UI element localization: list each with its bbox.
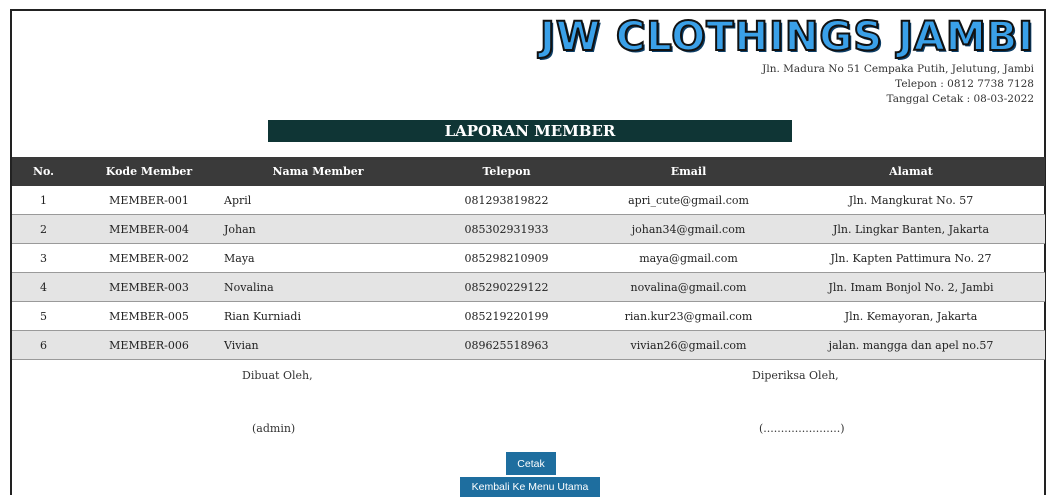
cell-telepon: 081293819822 <box>413 186 600 215</box>
cell-no: 1 <box>12 186 75 215</box>
cell-no: 3 <box>12 243 75 273</box>
print-button[interactable]: Cetak <box>506 452 556 475</box>
table-row: 1 MEMBER-001 April 081293819822 apri_cut… <box>12 186 1045 215</box>
cell-kode: MEMBER-003 <box>75 272 223 302</box>
made-by-label: Dibuat Oleh, <box>242 369 313 382</box>
cell-kode: MEMBER-005 <box>75 301 223 331</box>
cell-no: 4 <box>12 272 75 302</box>
cell-no: 6 <box>12 330 75 360</box>
cell-nama: Novalina <box>223 272 413 302</box>
cell-kode: MEMBER-004 <box>75 214 223 244</box>
col-header-telepon: Telepon <box>413 157 600 186</box>
company-phone: Telepon : 0812 7738 7128 <box>895 78 1034 90</box>
table-header-row: No. Kode Member Nama Member Telepon Emai… <box>12 157 1045 186</box>
cell-alamat: jalan. mangga dan apel no.57 <box>777 330 1045 360</box>
table-row: 6 MEMBER-006 Vivian 089625518963 vivian2… <box>12 330 1045 360</box>
table-row: 4 MEMBER-003 Novalina 085290229122 noval… <box>12 272 1045 302</box>
table-row: 5 MEMBER-005 Rian Kurniadi 085219220199 … <box>12 301 1045 331</box>
cell-telepon: 089625518963 <box>413 330 600 360</box>
cell-nama: April <box>223 186 413 215</box>
cell-kode: MEMBER-002 <box>75 243 223 273</box>
col-header-nama: Nama Member <box>223 157 413 186</box>
cell-email: rian.kur23@gmail.com <box>600 301 777 331</box>
cell-email: vivian26@gmail.com <box>600 330 777 360</box>
cell-kode: MEMBER-006 <box>75 330 223 360</box>
cell-telepon: 085290229122 <box>413 272 600 302</box>
back-to-menu-button[interactable]: Kembali Ke Menu Utama <box>460 477 600 497</box>
company-address: Jln. Madura No 51 Cempaka Putih, Jelutun… <box>762 63 1034 75</box>
cell-no: 5 <box>12 301 75 331</box>
col-header-email: Email <box>600 157 777 186</box>
cell-alamat: Jln. Kapten Pattimura No. 27 <box>777 243 1045 273</box>
cell-email: maya@gmail.com <box>600 243 777 273</box>
cell-nama: Johan <box>223 214 413 244</box>
col-header-no: No. <box>12 157 75 186</box>
cell-alamat: Jln. Mangkurat No. 57 <box>777 186 1045 215</box>
col-header-kode: Kode Member <box>75 157 223 186</box>
report-page: JW CLOTHINGS JAMBI Jln. Madura No 51 Cem… <box>10 9 1046 497</box>
cell-kode: MEMBER-001 <box>75 186 223 215</box>
company-logo: JW CLOTHINGS JAMBI <box>539 13 1034 61</box>
cell-alamat: Jln. Kemayoran, Jakarta <box>777 301 1045 331</box>
report-title: LAPORAN MEMBER <box>268 120 792 142</box>
table-row: 2 MEMBER-004 Johan 085302931933 johan34@… <box>12 214 1045 244</box>
cell-no: 2 <box>12 214 75 244</box>
cell-email: apri_cute@gmail.com <box>600 186 777 215</box>
cell-telepon: 085219220199 <box>413 301 600 331</box>
cell-nama: Vivian <box>223 330 413 360</box>
cell-telepon: 085302931933 <box>413 214 600 244</box>
print-date: Tanggal Cetak : 08-03-2022 <box>886 93 1034 105</box>
cell-alamat: Jln. Imam Bonjol No. 2, Jambi <box>777 272 1045 302</box>
cell-telepon: 085298210909 <box>413 243 600 273</box>
cell-email: johan34@gmail.com <box>600 214 777 244</box>
table-row: 3 MEMBER-002 Maya 085298210909 maya@gmai… <box>12 243 1045 273</box>
cell-email: novalina@gmail.com <box>600 272 777 302</box>
checked-by-label: Diperiksa Oleh, <box>752 369 839 382</box>
member-table: No. Kode Member Nama Member Telepon Emai… <box>12 157 1045 360</box>
cell-nama: Rian Kurniadi <box>223 301 413 331</box>
checked-by-name: (......................) <box>759 422 845 435</box>
made-by-name: (admin) <box>252 422 296 435</box>
cell-nama: Maya <box>223 243 413 273</box>
col-header-alamat: Alamat <box>777 157 1045 186</box>
cell-alamat: Jln. Lingkar Banten, Jakarta <box>777 214 1045 244</box>
